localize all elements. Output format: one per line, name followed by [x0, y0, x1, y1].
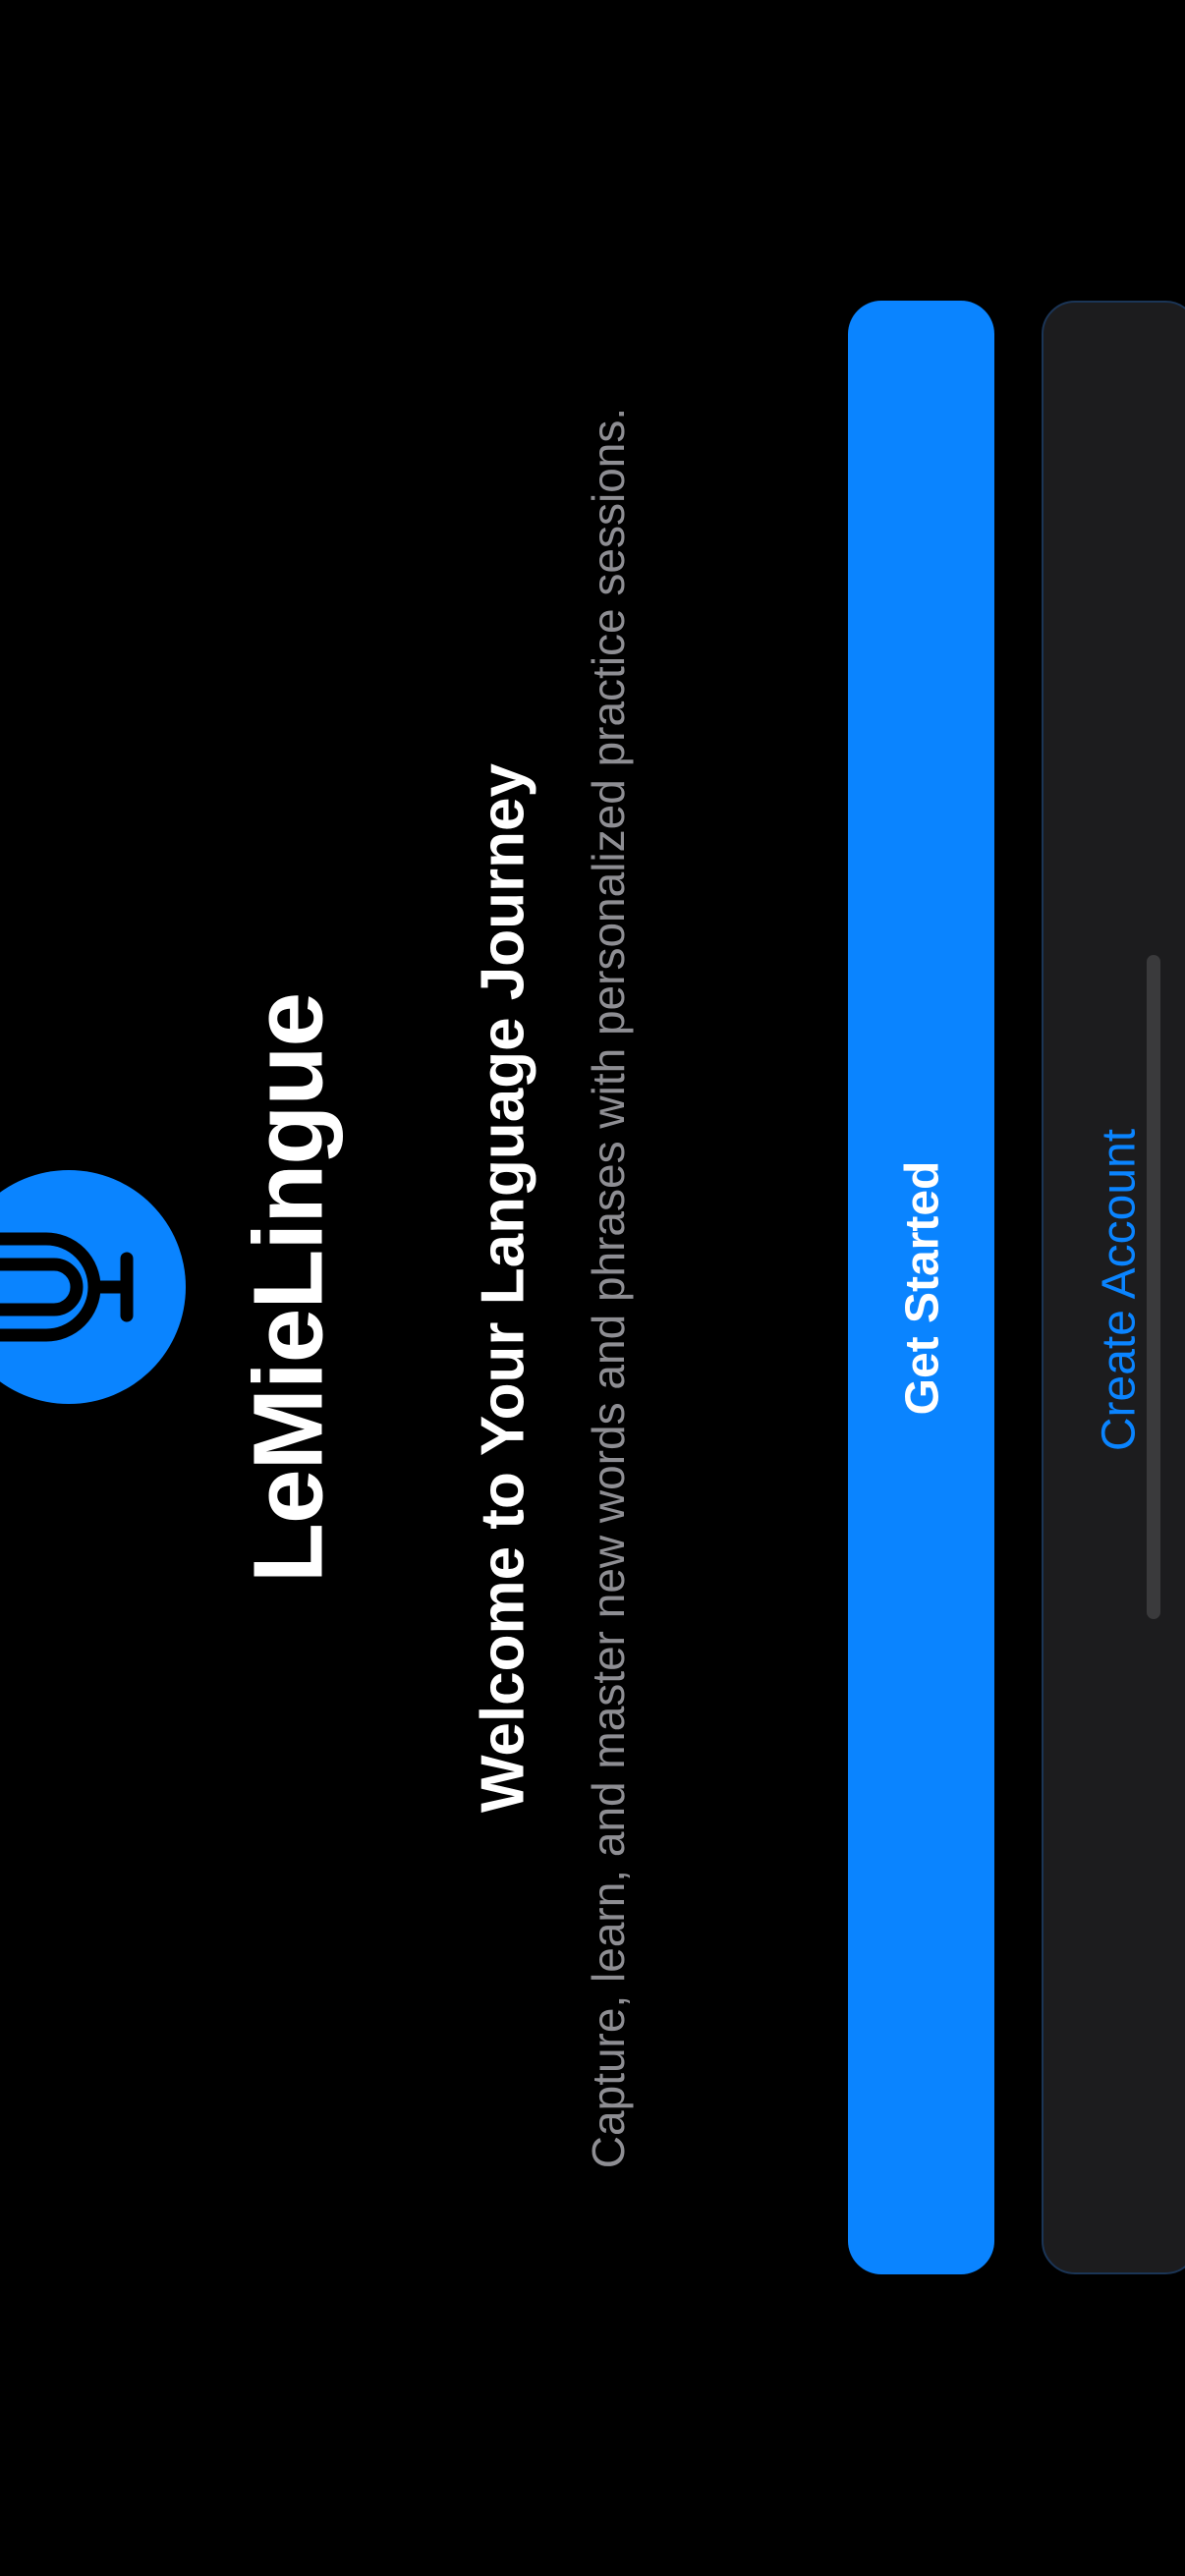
scroll-indicator[interactable]	[1147, 955, 1160, 1619]
create-account-button[interactable]: Create Account	[1042, 301, 1185, 2274]
tagline: Capture, learn, and master new words and…	[583, 407, 634, 2169]
app-title: LeMieLingue	[233, 992, 344, 1584]
app-logo	[0, 1170, 186, 1404]
welcome-screen: LeMieLingue Welcome to Your Language Jou…	[0, 0, 1185, 2576]
get-started-button[interactable]: Get Started	[848, 301, 994, 2274]
microphone-icon	[0, 1232, 134, 1342]
get-started-label: Get Started	[896, 1160, 949, 1416]
welcome-heading: Welcome to Your Language Journey	[469, 763, 537, 1813]
create-account-label: Create Account	[1093, 1128, 1146, 1452]
